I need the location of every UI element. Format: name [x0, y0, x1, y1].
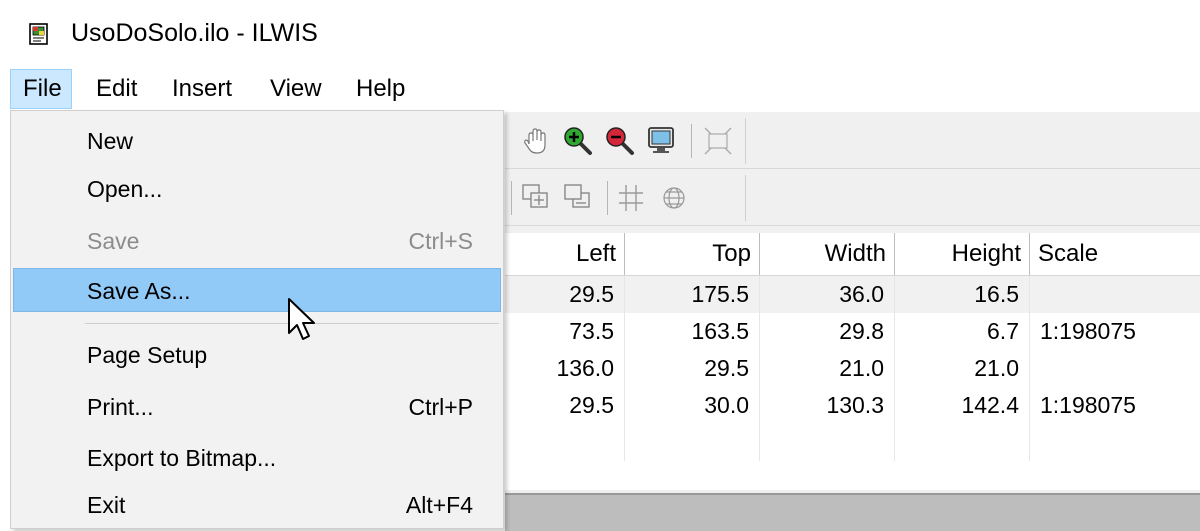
cell-top: 30.0 [625, 387, 760, 424]
grid-icon[interactable] [615, 181, 649, 215]
bring-to-front-icon[interactable] [519, 181, 553, 215]
status-strip [505, 493, 1200, 531]
cell-width: 29.8 [760, 313, 895, 350]
menu-item-export-bitmap[interactable]: Export to Bitmap... [13, 436, 501, 480]
table-header: Left Top Width Height Scale [505, 233, 1200, 276]
menu-item-new[interactable]: New [13, 119, 501, 163]
toolbar-separator [607, 181, 608, 215]
menu-item-save-as[interactable]: Save As... [13, 268, 501, 312]
toolbar-layout [505, 169, 1200, 226]
cell-width [760, 424, 895, 461]
table-row[interactable]: 136.0 29.5 21.0 21.0 [505, 350, 1200, 387]
column-header-height[interactable]: Height [895, 233, 1030, 275]
cell-left: 29.5 [505, 276, 625, 313]
send-to-back-icon[interactable] [561, 181, 595, 215]
toolbar-navigation [505, 112, 1200, 169]
zoom-out-icon[interactable] [603, 124, 637, 158]
cell-top: 163.5 [625, 313, 760, 350]
cell-scale [1030, 276, 1200, 313]
table-row[interactable]: 73.5 163.5 29.8 6.7 1:198075 [505, 313, 1200, 350]
column-header-left[interactable]: Left [505, 233, 625, 275]
entire-map-icon[interactable] [645, 124, 679, 158]
cell-left: 29.5 [505, 387, 625, 424]
cell-height: 16.5 [895, 276, 1030, 313]
file-menu-dropdown: New Open... Save Ctrl+S Save As... Page … [10, 110, 504, 529]
cell-top [625, 424, 760, 461]
toolbar-end-divider [745, 175, 746, 221]
menu-item-shortcut: Alt+F4 [405, 492, 473, 518]
layout-items-table: Left Top Width Height Scale 29.5 175.5 3… [505, 233, 1200, 490]
window-title: UsoDoSolo.ilo - ILWIS [71, 19, 318, 47]
menu-item-label: Page Setup [87, 342, 208, 368]
menu-item-label: Save As... [87, 278, 191, 304]
table-row[interactable]: 29.5 175.5 36.0 16.5 [505, 276, 1200, 313]
menu-view[interactable]: View [258, 69, 334, 109]
cell-scale: 1:198075 [1040, 392, 1136, 418]
cell-height [895, 424, 1030, 461]
cell-height: 21.0 [895, 350, 1030, 387]
fit-page-icon[interactable] [701, 124, 735, 158]
menu-item-page-setup[interactable]: Page Setup [13, 333, 501, 377]
cell-left [505, 424, 625, 461]
hand-pan-icon[interactable] [519, 124, 553, 158]
layout-editor-area: Left Top Width Height Scale 29.5 175.5 3… [505, 112, 1200, 531]
menu-item-label: Export to Bitmap... [87, 445, 277, 471]
table-row[interactable]: 29.5 30.0 130.3 142.4 1:198075 [505, 387, 1200, 424]
title-bar: UsoDoSolo.ilo - ILWIS [0, 0, 1200, 66]
cell-top: 175.5 [625, 276, 760, 313]
menu-edit[interactable]: Edit [84, 69, 149, 109]
cell-scale: 1:198075 [1040, 318, 1136, 344]
cell-width: 36.0 [760, 276, 895, 313]
menu-file[interactable]: File [10, 69, 72, 109]
column-header-width[interactable]: Width [760, 233, 895, 275]
menu-insert[interactable]: Insert [160, 69, 244, 109]
map-document-icon [29, 23, 48, 45]
cell-width: 21.0 [760, 350, 895, 387]
graticule-icon[interactable] [657, 181, 691, 215]
menu-bar: File Edit Insert View Help [0, 69, 1200, 111]
menu-item-label: Exit [87, 492, 126, 518]
menu-item-label: Save [87, 228, 140, 254]
menu-help[interactable]: Help [344, 69, 417, 109]
toolbar-separator [511, 181, 512, 215]
cell-left: 73.5 [505, 313, 625, 350]
cell-height: 6.7 [895, 313, 1030, 350]
zoom-in-icon[interactable] [561, 124, 595, 158]
toolbar-separator [691, 124, 692, 158]
menu-item-exit[interactable]: Exit Alt+F4 [13, 483, 501, 527]
menu-item-label: Print... [87, 394, 154, 420]
menu-item-open[interactable]: Open... [13, 167, 501, 211]
cell-scale [1030, 350, 1200, 387]
column-header-top[interactable]: Top [625, 233, 760, 275]
menu-item-label: New [87, 128, 134, 154]
cell-top: 29.5 [625, 350, 760, 387]
menu-item-label: Open... [87, 176, 163, 202]
menu-item-print[interactable]: Print... Ctrl+P [13, 385, 501, 429]
menu-item-shortcut: Ctrl+P [408, 394, 473, 420]
menu-item-save[interactable]: Save Ctrl+S [13, 219, 501, 263]
cell-height: 142.4 [895, 387, 1030, 424]
toolbar-end-divider [745, 118, 746, 164]
cell-left: 136.0 [505, 350, 625, 387]
column-header-scale[interactable]: Scale [1030, 233, 1200, 275]
mouse-pointer-icon [288, 298, 315, 340]
cell-width: 130.3 [760, 387, 895, 424]
cell-scale [1030, 424, 1200, 461]
menu-item-shortcut: Ctrl+S [408, 228, 473, 254]
table-row[interactable] [505, 424, 1200, 461]
